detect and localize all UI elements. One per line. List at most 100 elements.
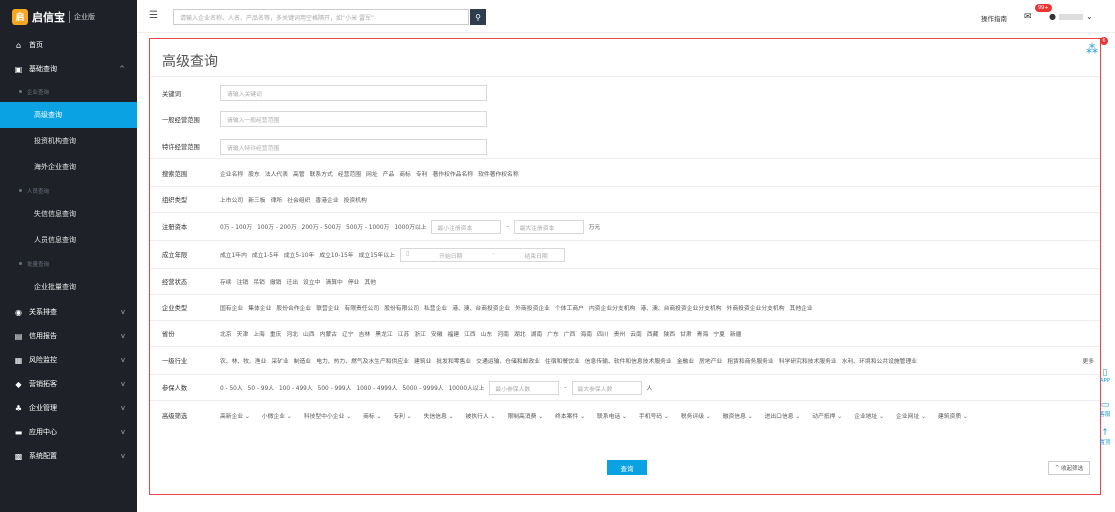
filter-option[interactable]: 信息传输、软件和信息技术服务业 xyxy=(585,356,672,365)
sidebar-item-enterprise[interactable]: ♣ 企业管理 v xyxy=(0,396,137,420)
filter-option[interactable]: 股东 xyxy=(248,169,260,178)
filter-dropdown[interactable]: 失信信息 ⌄ xyxy=(424,411,454,420)
filter-dropdown[interactable]: 企业网址 ⌄ xyxy=(896,411,926,420)
filter-option[interactable]: 吉林 xyxy=(359,329,371,338)
filter-option[interactable]: 北京 xyxy=(220,329,232,338)
filter-option[interactable]: 停业 xyxy=(348,277,360,286)
sidebar-item-apps[interactable]: ▬ 应用中心 v xyxy=(0,420,137,444)
filter-option[interactable]: 天津 xyxy=(237,329,249,338)
sidebar-item-marketing[interactable]: ◆ 营销拓客 v xyxy=(0,372,137,396)
global-search-input[interactable]: 请输入企业名称、人名、产品名等，多关键词用空格隔开，如“小米 雷军” xyxy=(173,9,469,25)
filter-option[interactable]: 香港企业 xyxy=(315,195,338,204)
filter-option[interactable]: 批发和零售业 xyxy=(436,356,471,365)
collapse-filter-button[interactable]: ^ 收起筛选 xyxy=(1048,461,1090,475)
filter-option[interactable]: 500万 - 1000万 xyxy=(346,222,389,231)
filter-dropdown[interactable]: 融资信息 ⌄ xyxy=(723,411,753,420)
filter-option[interactable]: 福建 xyxy=(448,329,460,338)
filter-option[interactable]: 江西 xyxy=(464,329,476,338)
filter-option[interactable]: 网址 xyxy=(366,169,378,178)
filter-dropdown[interactable]: 被执行人 ⌄ xyxy=(466,411,496,420)
filter-option[interactable]: 浙江 xyxy=(414,329,426,338)
filter-option[interactable]: 水利、环境和公共设施管理业 xyxy=(842,356,917,365)
menu-toggle-icon[interactable]: ☰ xyxy=(149,10,158,21)
filter-option[interactable]: 住宿和餐饮业 xyxy=(545,356,580,365)
filter-option[interactable]: 吊销 xyxy=(253,277,265,286)
filter-option[interactable]: 房地产业 xyxy=(699,356,722,365)
filter-option[interactable]: 成立5-10年 xyxy=(284,250,315,259)
filter-option[interactable]: 10000人以上 xyxy=(449,383,485,392)
share-icon[interactable]: ⁂ xyxy=(1086,42,1098,56)
filter-option[interactable]: 注销 xyxy=(237,277,249,286)
sidebar-item-credit[interactable]: ▤ 信用报告 v xyxy=(0,324,137,348)
filter-option[interactable]: 成立1-5年 xyxy=(252,250,279,259)
filter-dropdown[interactable]: 限制高消费 ⌄ xyxy=(507,411,543,420)
filter-option[interactable]: 迁出 xyxy=(286,277,298,286)
sidebar-item-investor[interactable]: 投资机构查询 xyxy=(0,128,137,154)
filter-option[interactable]: 软件著作权名称 xyxy=(478,169,519,178)
filter-dropdown[interactable]: 联系电话 ⌄ xyxy=(597,411,627,420)
filter-option[interactable]: 西藏 xyxy=(647,329,659,338)
sidebar-item-batch[interactable]: 企业批量查询 xyxy=(0,274,137,300)
filter-option[interactable]: 交通运输、仓储和邮政业 xyxy=(476,356,540,365)
filter-option[interactable]: 0 - 50人 xyxy=(220,383,243,392)
search-button[interactable]: ⚲ xyxy=(470,9,486,25)
filter-option[interactable]: 甘肃 xyxy=(680,329,692,338)
filter-option[interactable]: 商标 xyxy=(399,169,411,178)
filter-option[interactable]: 经营范围 xyxy=(338,169,361,178)
filter-dropdown[interactable]: 商标 ⌄ xyxy=(363,411,381,420)
filter-option[interactable]: 50 - 99人 xyxy=(248,383,274,392)
sidebar-item-dishonest[interactable]: 失信信息查询 xyxy=(0,201,137,227)
filter-option[interactable]: 湖北 xyxy=(514,329,526,338)
filter-option[interactable]: 四川 xyxy=(597,329,609,338)
filter-option[interactable]: 重庆 xyxy=(270,329,282,338)
sidebar-item-risk[interactable]: ▦ 风险监控 v xyxy=(0,348,137,372)
filter-dropdown[interactable]: 专利 ⌄ xyxy=(393,411,411,420)
more-button[interactable]: 更多 xyxy=(1082,356,1094,365)
filter-option[interactable]: 法人代表 xyxy=(265,169,288,178)
filter-option[interactable]: 1000万以上 xyxy=(394,222,426,231)
filter-option[interactable]: 安徽 xyxy=(431,329,443,338)
filter-option[interactable]: 5000 - 9999人 xyxy=(402,383,443,392)
capital-max-input[interactable]: 最大注册资本 xyxy=(513,219,584,234)
filter-option[interactable]: 内蒙古 xyxy=(320,329,337,338)
filter-option[interactable]: 采矿业 xyxy=(271,356,288,365)
filter-option[interactable]: 股份有限公司 xyxy=(384,303,419,312)
filter-option[interactable]: 金融业 xyxy=(677,356,694,365)
filter-option[interactable]: 100万 - 200万 xyxy=(257,222,297,231)
filter-dropdown[interactable]: 小微企业 ⌄ xyxy=(262,411,292,420)
filter-option[interactable]: 个体工商户 xyxy=(555,303,584,312)
filter-option[interactable]: 其他 xyxy=(364,277,376,286)
filter-option[interactable]: 上海 xyxy=(253,329,265,338)
filter-option[interactable]: 制造业 xyxy=(294,356,311,365)
filter-option[interactable]: 青海 xyxy=(697,329,709,338)
filter-option[interactable]: 成立15年以上 xyxy=(359,250,395,259)
filter-option[interactable]: 黑龙江 xyxy=(375,329,392,338)
query-button[interactable]: 查询 xyxy=(607,460,647,475)
filter-option[interactable]: 有限责任公司 xyxy=(344,303,379,312)
filter-option[interactable]: 专利 xyxy=(416,169,428,178)
sidebar-item-config[interactable]: ▩ 系统配置 v xyxy=(0,444,137,468)
filter-option[interactable]: 成立1年内 xyxy=(220,250,247,259)
filter-option[interactable]: 撤销 xyxy=(270,277,282,286)
filter-option[interactable]: 河北 xyxy=(286,329,298,338)
staff-min-input[interactable]: 最小参保人数 xyxy=(489,380,560,395)
filter-dropdown[interactable]: 建筑资质 ⌄ xyxy=(938,411,968,420)
filter-dropdown[interactable]: 高新企业 ⌄ xyxy=(220,411,250,420)
filter-option[interactable]: 集体企业 xyxy=(248,303,271,312)
filter-option[interactable]: 200万 - 500万 xyxy=(302,222,342,231)
guide-link[interactable]: 操作指南 xyxy=(981,13,1007,23)
filter-option[interactable]: 港、澳、台商投资企业分支机构 xyxy=(640,303,721,312)
filter-option[interactable]: 联营企业 xyxy=(316,303,339,312)
filter-option[interactable]: 外商投资企业分支机构 xyxy=(727,303,785,312)
sidebar-item-overseas[interactable]: 海外企业查询 xyxy=(0,154,137,180)
mail-icon[interactable]: ✉ xyxy=(1024,12,1032,22)
filter-option[interactable]: 辽宁 xyxy=(342,329,354,338)
filter-option[interactable]: 山东 xyxy=(481,329,493,338)
filter-option[interactable]: 山西 xyxy=(303,329,315,338)
filter-option[interactable]: 新疆 xyxy=(730,329,742,338)
capital-min-input[interactable]: 最小注册资本 xyxy=(431,219,502,234)
filter-dropdown[interactable]: 终本案件 ⌄ xyxy=(555,411,585,420)
sidebar-item-advanced[interactable]: 高级查询 xyxy=(0,102,137,128)
filter-option[interactable]: 新三板 xyxy=(248,195,265,204)
filter-option[interactable]: 广西 xyxy=(564,329,576,338)
